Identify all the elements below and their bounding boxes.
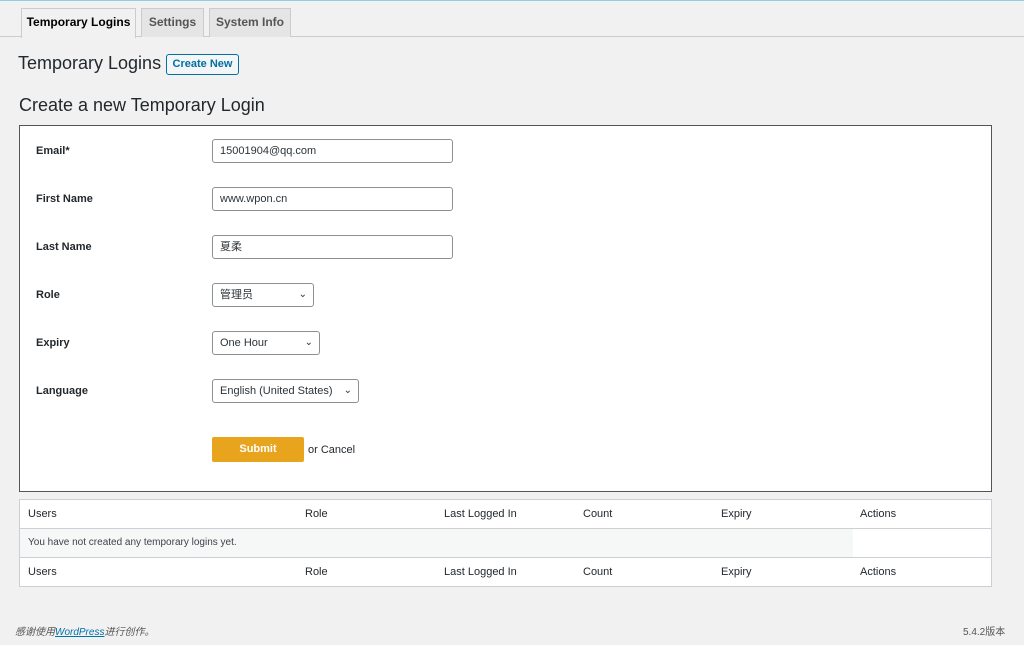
language-select[interactable]: English (United States) ⌄ [212,379,359,403]
column-footer-last-logged-in: Last Logged In [444,566,517,578]
page-title: Temporary Logins [18,53,162,73]
first-name-label: First Name [36,193,93,205]
wordpress-link[interactable]: WordPress [55,627,104,638]
column-header-last-logged-in: Last Logged In [444,508,517,520]
column-header-users: Users [28,508,57,520]
role-select[interactable]: 管理员 ⌄ [212,283,314,307]
expiry-select-value: One Hour [220,337,268,349]
column-header-expiry: Expiry [721,508,752,520]
temporary-logins-table: Users Role Last Logged In Count Expiry A… [19,499,992,587]
footer-thanks-prefix: 感谢使用 [15,627,55,638]
column-footer-users: Users [28,566,57,578]
footer-thanks-suffix: 进行创作。 [104,627,155,638]
column-footer-actions: Actions [860,566,897,578]
column-header-role: Role [305,508,328,520]
table-footer-row: Users Role Last Logged In Count Expiry A… [20,558,991,587]
section-title: Create a new Temporary Login [19,95,265,115]
tab-settings[interactable]: Settings [141,8,204,37]
column-footer-count: Count [583,566,613,578]
chevron-down-icon: ⌄ [298,289,307,300]
chevron-down-icon: ⌄ [343,385,352,396]
language-select-value: English (United States) [220,385,333,397]
create-login-form: Email* 15001904@qq.com First Name www.wp… [19,125,992,492]
tab-temporary-logins[interactable]: Temporary Logins [21,8,136,38]
table-header-row: Users Role Last Logged In Count Expiry A… [20,500,991,529]
column-header-count: Count [583,508,613,520]
email-field[interactable]: 15001904@qq.com [212,139,453,163]
or-text: or [308,444,318,456]
column-footer-expiry: Expiry [721,566,752,578]
expiry-select[interactable]: One Hour ⌄ [212,331,320,355]
or-cancel: or Cancel [308,444,355,456]
table-row: You have not created any temporary login… [20,529,991,558]
submit-button[interactable]: Submit [212,437,304,462]
last-name-field[interactable]: 夏柔 [212,235,453,259]
empty-message: You have not created any temporary login… [28,537,237,548]
first-name-field[interactable]: www.wpon.cn [212,187,453,211]
tab-bar: Temporary Logins Settings System Info [0,8,1024,38]
column-header-actions: Actions [860,508,897,520]
top-border [0,0,1024,1]
tab-system-info[interactable]: System Info [209,8,291,37]
last-name-label: Last Name [36,241,92,253]
cancel-link[interactable]: Cancel [321,444,355,456]
column-footer-role: Role [305,566,328,578]
role-select-value: 管理员 [220,289,253,301]
expiry-label: Expiry [36,337,70,349]
language-label: Language [36,385,88,397]
create-new-button[interactable]: Create New [166,54,239,75]
role-label: Role [36,289,60,301]
footer-version: 5.4.2版本 [963,627,1006,638]
chevron-down-icon: ⌄ [304,337,313,348]
footer-thanks: 感谢使用WordPress进行创作。 [15,623,154,638]
email-label: Email* [36,145,70,157]
